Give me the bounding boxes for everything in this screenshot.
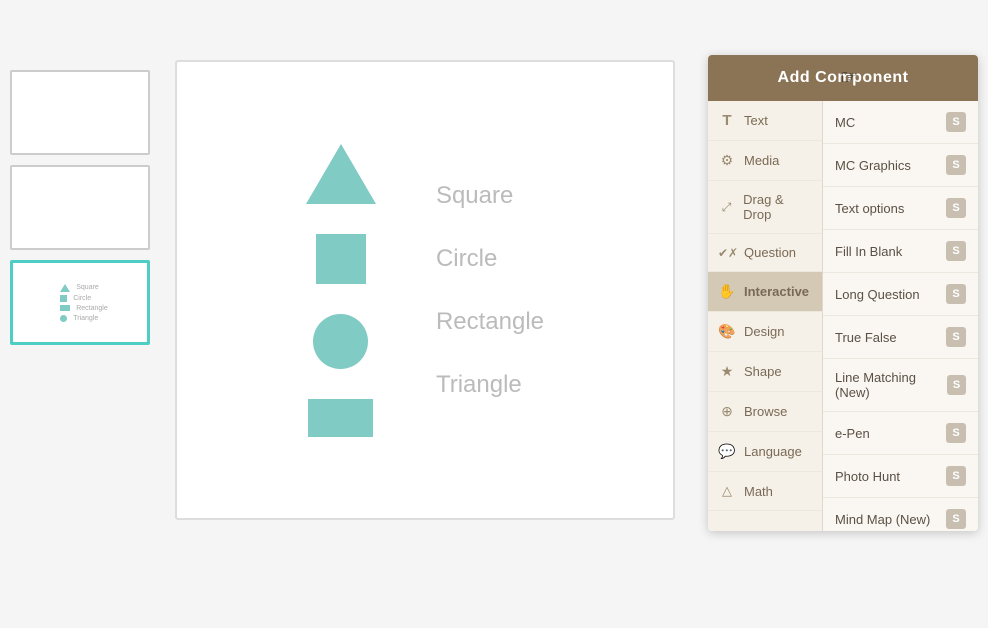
thumbnail-panel: Square Circle Rectangle Triangle	[10, 70, 165, 345]
question-icon: ✔✗	[718, 246, 736, 260]
option-epen-label: e-Pen	[835, 426, 870, 441]
option-fill-blank-badge: S	[946, 241, 966, 261]
shape-rectangle	[308, 399, 373, 437]
nav-design-label: Design	[744, 324, 784, 339]
shape-triangle	[306, 144, 376, 204]
nav-interactive[interactable]: ✋ Interactive	[708, 272, 822, 312]
option-mc-graphics[interactable]: MC Graphics S	[823, 144, 978, 187]
option-mind-map-label: Mind Map (New)	[835, 512, 930, 527]
mini-row-1: Square	[60, 284, 99, 292]
shapes-column	[306, 144, 376, 437]
nav-shape-label: Shape	[744, 364, 782, 379]
add-component-panel: Add Component T Text ⚙ Media ⤢ Drag & Dr…	[708, 55, 978, 531]
mini-label-circle: Circle	[73, 295, 91, 302]
option-mind-map-badge: S	[946, 509, 966, 529]
mini-triangle-icon	[60, 284, 70, 292]
mini-rect-icon	[60, 305, 70, 311]
option-long-question[interactable]: Long Question S	[823, 273, 978, 316]
shape-icon: ★	[718, 363, 736, 380]
thumbnail-2[interactable]	[10, 165, 150, 250]
thumbnail-active-content: Square Circle Rectangle Triangle	[13, 263, 147, 342]
nav-question[interactable]: ✔✗ Question	[708, 234, 822, 272]
nav-media[interactable]: ⚙ Media	[708, 141, 822, 181]
option-long-question-badge: S	[946, 284, 966, 304]
nav-media-label: Media	[744, 153, 779, 168]
interactive-icon: ✋	[718, 283, 736, 300]
option-line-matching[interactable]: Line Matching (New) S	[823, 359, 978, 412]
mini-square-icon	[60, 295, 67, 302]
math-icon: △	[718, 483, 736, 499]
mini-row-3: Rectangle	[60, 305, 108, 312]
option-fill-blank-label: Fill In Blank	[835, 244, 902, 259]
mini-row-4: Triangle	[60, 315, 98, 322]
option-photo-hunt-label: Photo Hunt	[835, 469, 900, 484]
option-true-false-badge: S	[946, 327, 966, 347]
shape-circle	[313, 314, 368, 369]
nav-math[interactable]: △ Math	[708, 472, 822, 511]
mini-label-square: Square	[76, 284, 99, 291]
nav-math-label: Math	[744, 484, 773, 499]
option-mc-label: MC	[835, 115, 855, 130]
panel-title: Add Component	[778, 69, 909, 86]
option-text-options-badge: S	[946, 198, 966, 218]
option-fill-blank[interactable]: Fill In Blank S	[823, 230, 978, 273]
mini-label-triangle: Triangle	[73, 315, 98, 322]
nav-drag-drop[interactable]: ⤢ Drag & Drop	[708, 181, 822, 234]
main-canvas: Square Circle Rectangle Triangle	[175, 60, 675, 520]
option-mc-badge: S	[946, 112, 966, 132]
shape-square	[316, 234, 366, 284]
panel-body: T Text ⚙ Media ⤢ Drag & Drop ✔✗ Question…	[708, 101, 978, 531]
nav-text[interactable]: T Text	[708, 101, 822, 141]
thumbnail-1[interactable]	[10, 70, 150, 155]
option-epen[interactable]: e-Pen S	[823, 412, 978, 455]
label-triangle: Triangle	[436, 371, 522, 399]
nav-text-label: Text	[744, 113, 768, 128]
panel-header: Add Component	[708, 55, 978, 101]
mini-circle-icon	[60, 315, 67, 322]
option-epen-badge: S	[946, 423, 966, 443]
nav-drag-drop-label: Drag & Drop	[743, 192, 812, 222]
nav-browse-label: Browse	[744, 404, 787, 419]
mini-shapes: Square Circle Rectangle Triangle	[60, 284, 108, 322]
option-mc-graphics-label: MC Graphics	[835, 158, 911, 173]
label-square: Square	[436, 182, 513, 210]
panel-nav: T Text ⚙ Media ⤢ Drag & Drop ✔✗ Question…	[708, 101, 823, 531]
option-photo-hunt-badge: S	[946, 466, 966, 486]
drag-drop-icon: ⤢	[718, 200, 735, 215]
option-true-false-label: True False	[835, 330, 897, 345]
design-icon: 🎨	[718, 323, 736, 340]
label-circle: Circle	[436, 245, 497, 273]
nav-language-label: Language	[744, 444, 802, 459]
nav-language[interactable]: 💬 Language	[708, 432, 822, 472]
option-long-question-label: Long Question	[835, 287, 920, 302]
option-mc[interactable]: MC S	[823, 101, 978, 144]
media-icon: ⚙	[718, 152, 736, 169]
option-photo-hunt[interactable]: Photo Hunt S	[823, 455, 978, 498]
label-rectangle: Rectangle	[436, 308, 544, 336]
nav-shape[interactable]: ★ Shape	[708, 352, 822, 392]
text-icon: T	[718, 112, 736, 129]
option-line-matching-label: Line Matching (New)	[835, 370, 947, 400]
browse-icon: ⊕	[718, 403, 736, 420]
thumbnail-3-active[interactable]: Square Circle Rectangle Triangle	[10, 260, 150, 345]
language-icon: 💬	[718, 443, 736, 460]
mini-row-2: Circle	[60, 295, 91, 302]
option-true-false[interactable]: True False S	[823, 316, 978, 359]
labels-column: Square Circle Rectangle Triangle	[436, 182, 544, 399]
nav-design[interactable]: 🎨 Design	[708, 312, 822, 352]
mini-label-rectangle: Rectangle	[76, 305, 108, 312]
nav-browse[interactable]: ⊕ Browse	[708, 392, 822, 432]
option-mind-map[interactable]: Mind Map (New) S	[823, 498, 978, 531]
option-text-options[interactable]: Text options S	[823, 187, 978, 230]
option-line-matching-badge: S	[947, 375, 966, 395]
panel-options: MC S MC Graphics S Text options S Fill I…	[823, 101, 978, 531]
option-text-options-label: Text options	[835, 201, 904, 216]
nav-question-label: Question	[744, 245, 796, 260]
option-mc-graphics-badge: S	[946, 155, 966, 175]
nav-interactive-label: Interactive	[744, 284, 809, 299]
